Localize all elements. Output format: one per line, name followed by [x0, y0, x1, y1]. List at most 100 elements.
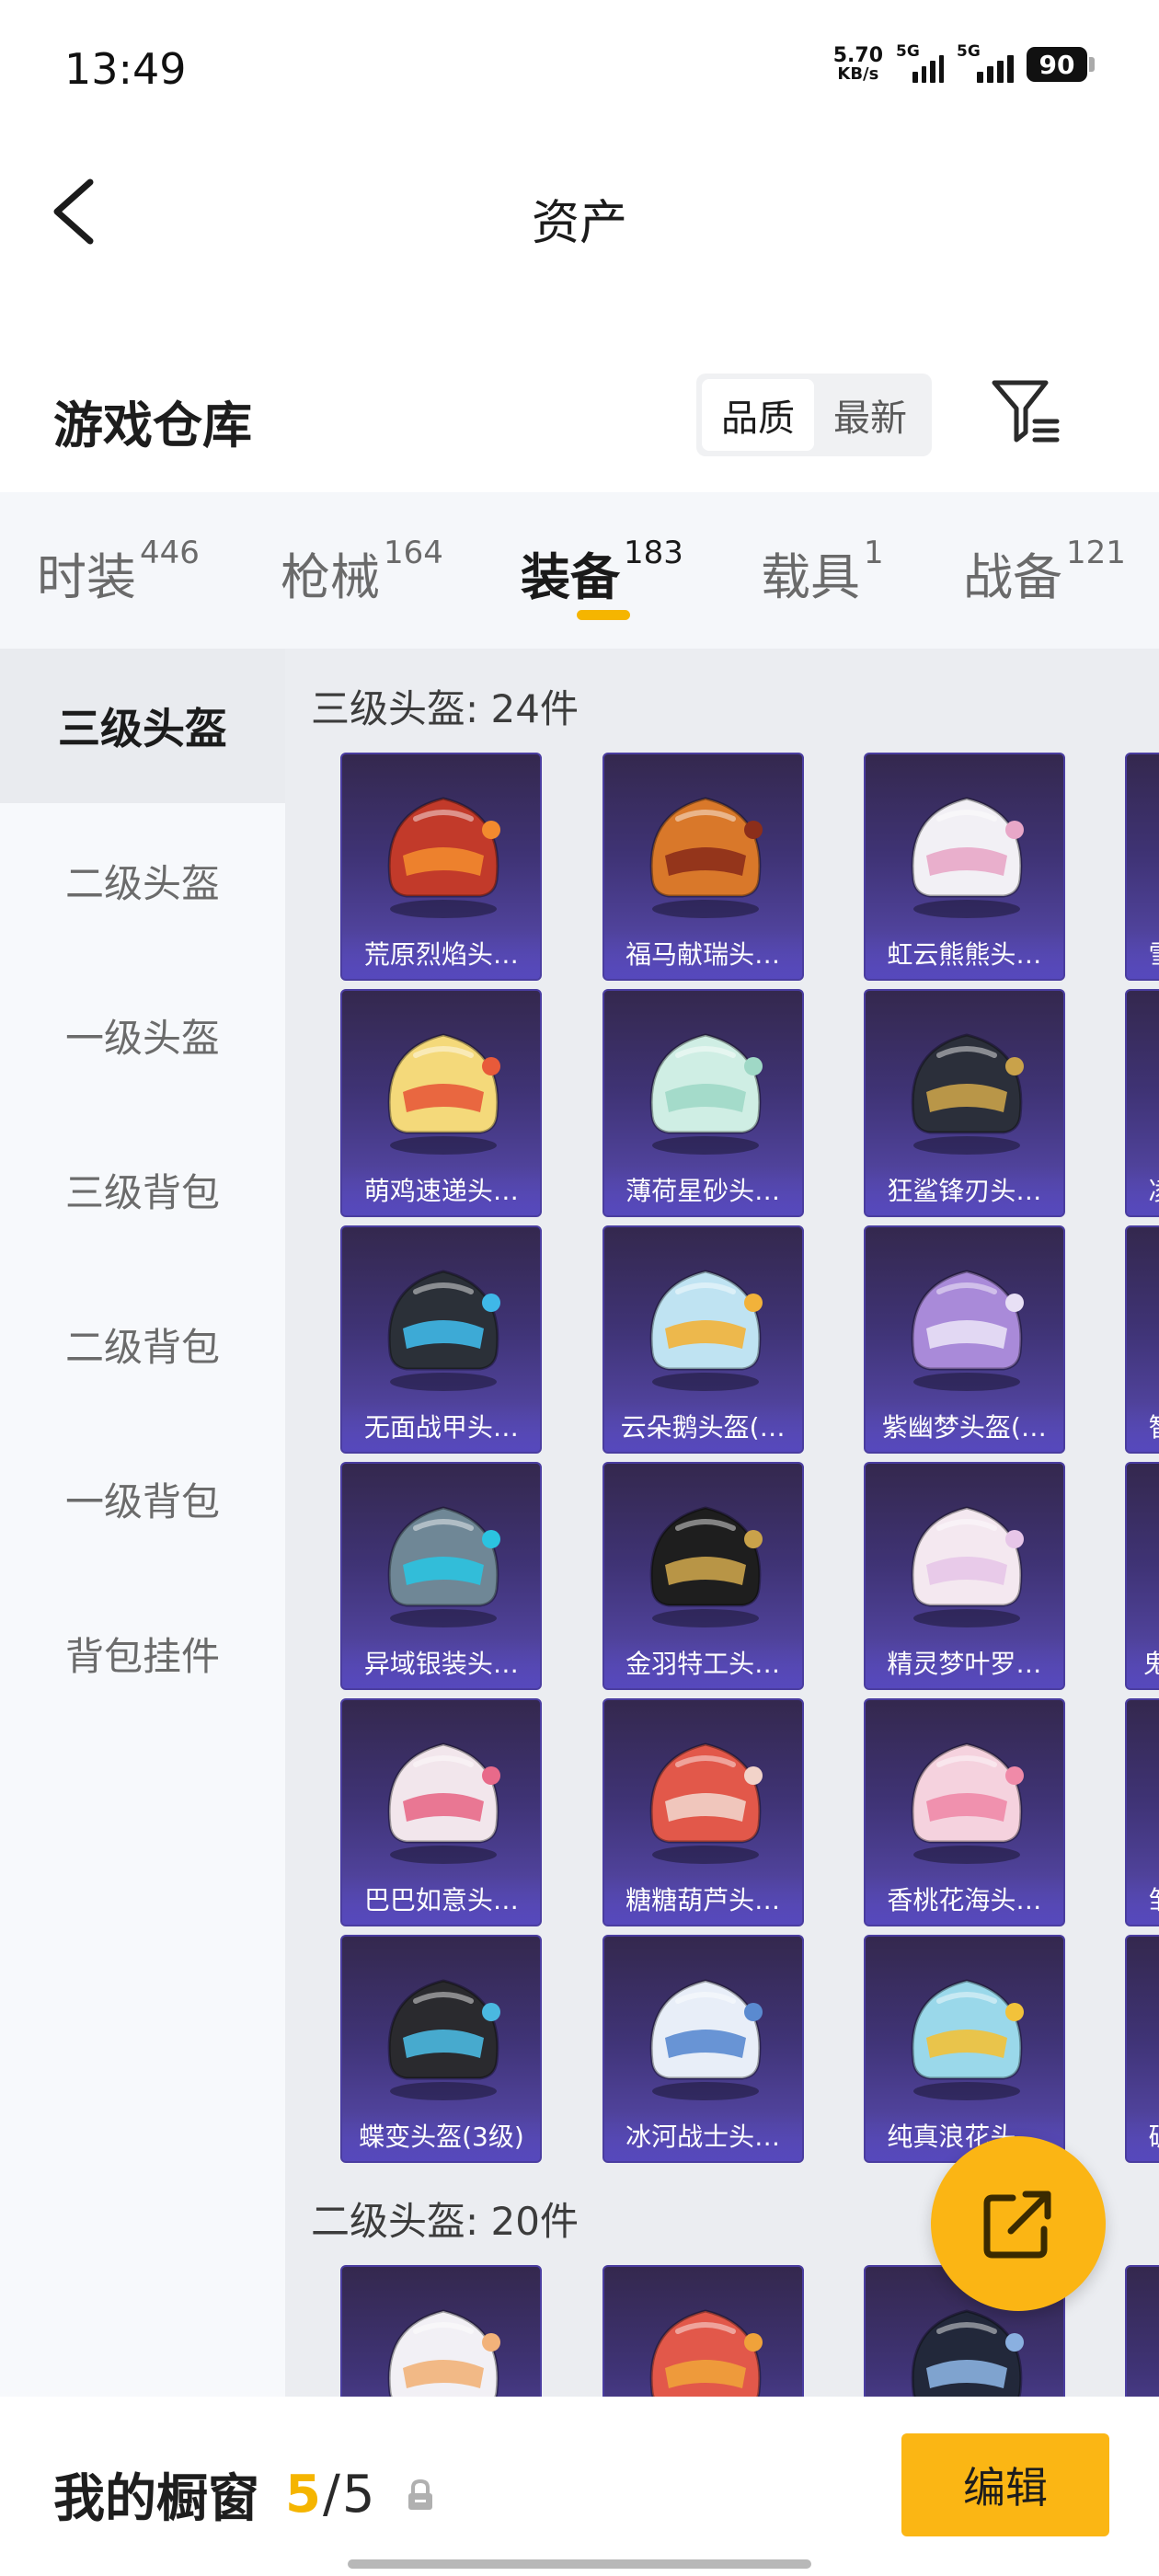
sort-newest-option[interactable]: 最新 [814, 379, 926, 451]
showcase-bar: 我的橱窗 5 / 5 编辑 [0, 2397, 1159, 2576]
tab-count: 183 [624, 535, 683, 571]
item-card[interactable] [1125, 2265, 1159, 2397]
item-card[interactable]: 无面战甲头… [340, 1225, 543, 1454]
net-speed: 5.70 KB/s [833, 46, 883, 83]
item-card[interactable]: 异域银装头… [340, 1462, 543, 1690]
sidebar-item-backpack-charm[interactable]: 背包挂件 [0, 1576, 285, 1731]
battery-level: 90 [1027, 47, 1087, 82]
tab-count: 446 [140, 535, 200, 571]
item-name: 虹云熊熊头… [887, 939, 1042, 970]
showcase-label: 我的橱窗 [53, 2469, 259, 2529]
helmet-icon [388, 1742, 501, 1864]
helmet-icon [649, 1270, 763, 1391]
tab-label: 战备 [963, 548, 1062, 606]
status-icons: 5.70 KB/s 5G 5G 90 [833, 42, 1095, 83]
item-card[interactable]: 破晓战魂头… [1125, 1935, 1159, 2163]
item-card[interactable]: 荒原烈焰头… [340, 753, 543, 981]
item-card[interactable]: 狂鲨锋刃头… [863, 989, 1065, 1217]
helmet-icon [649, 2309, 763, 2397]
item-card[interactable]: 云朵鹅头盔(… [602, 1225, 804, 1454]
item-card[interactable]: 精灵梦叶罗… [863, 1462, 1065, 1690]
helmet-icon [388, 2309, 501, 2397]
tab-count: 121 [1066, 535, 1126, 571]
helmet-icon [911, 797, 1024, 918]
sidebar-item-level2-backpack[interactable]: 二级背包 [0, 1267, 285, 1421]
item-card[interactable]: 凌霄紫焰头… [1125, 989, 1159, 1217]
item-card[interactable]: 糖糖葫芦头… [602, 1698, 804, 1926]
item-card[interactable]: 巴巴如意头… [340, 1698, 543, 1926]
helmet-icon [388, 1033, 501, 1155]
item-name: 精灵梦叶罗… [887, 1649, 1042, 1679]
filter-button[interactable] [989, 375, 1062, 449]
item-name: 破晓战魂头… [1127, 2117, 1159, 2154]
item-name: 薄荷星砂头… [625, 1176, 781, 1206]
item-name: 金羽特工头… [625, 1649, 781, 1679]
helmet-icon [911, 1033, 1024, 1155]
item-card[interactable]: 香桃花海头… [863, 1698, 1065, 1926]
signal-1-icon: 5G [896, 42, 944, 83]
tab-equipment[interactable]: 装备 183 [521, 535, 683, 609]
warehouse-title: 游戏仓库 [53, 397, 252, 454]
tab-weapons[interactable]: 枪械 164 [281, 535, 443, 609]
tab-fashion[interactable]: 时装 446 [37, 535, 200, 609]
item-card[interactable]: 雏菊兔兔头… [1125, 1698, 1159, 1926]
warehouse-toolbar: 游戏仓库 品质 最新 [0, 359, 1159, 469]
helmet-icon [1147, 2283, 1159, 2397]
item-card[interactable]: 紫幽梦头盔(… [863, 1225, 1065, 1454]
item-name: 巴巴如意头… [363, 1885, 519, 1915]
item-card[interactable]: 萌鸡速递头… [340, 989, 543, 1217]
item-grid: 三级头盔: 24件 荒原烈焰头… 福马献瑞头… 虹云熊熊头… 雪国风尚头… 萌鸡速递头…… [285, 649, 1159, 2397]
item-name: 蝶变头盔(3级) [359, 2122, 524, 2152]
item-card[interactable]: 虹云熊熊头… [863, 753, 1065, 981]
status-time: 13:49 [64, 44, 187, 94]
item-card[interactable]: 金羽特工头… [602, 1462, 804, 1690]
item-card[interactable]: 智耀战神头… [1125, 1225, 1159, 1454]
helmet-icon [649, 1979, 763, 2100]
item-name: 异域银装头… [363, 1649, 519, 1679]
helmet-icon [1147, 1007, 1159, 1164]
item-card[interactable]: 雪国风尚头… [1125, 753, 1159, 981]
item-card[interactable]: 蝶变头盔(3级) [340, 1935, 543, 2163]
item-name: 雪国风尚头… [1127, 935, 1159, 972]
item-name: 雏菊兔兔头… [1127, 1880, 1159, 1917]
item-card[interactable]: 冰河战士头… [602, 1935, 804, 2163]
tab-vehicles[interactable]: 载具 1 [761, 535, 884, 609]
tab-supplies[interactable]: 战备 121 [963, 535, 1126, 609]
sort-quality-option[interactable]: 品质 [702, 379, 814, 451]
share-icon [983, 2191, 1051, 2259]
category-tabs: 时装 446 枪械 164 装备 183 载具 1 战备 121 [0, 492, 1159, 649]
header: 资产 [0, 147, 1159, 276]
item-card[interactable]: 薄荷星砂头… [602, 989, 804, 1217]
helmet-icon [1147, 771, 1159, 927]
tab-label: 时装 [37, 548, 136, 606]
sidebar-item-level3-helmet[interactable]: 三级头盔 [0, 649, 285, 803]
item-name: 云朵鹅头盔(… [620, 1412, 786, 1443]
item-name: 冰河战士头… [625, 2122, 781, 2152]
item-card[interactable] [602, 2265, 804, 2397]
battery-icon: 90 [1027, 47, 1095, 82]
status-bar: 13:49 5.70 KB/s 5G 5G 90 [0, 0, 1159, 138]
sidebar-item-level1-backpack[interactable]: 一级背包 [0, 1421, 285, 1576]
item-card[interactable]: 鬼刃头盔(3级) [1125, 1462, 1159, 1690]
share-button[interactable] [931, 2136, 1106, 2311]
edit-button[interactable]: 编辑 [901, 2433, 1109, 2536]
item-name: 鬼刃头盔(3级) [1127, 1644, 1159, 1681]
sidebar-item-level3-backpack[interactable]: 三级背包 [0, 1112, 285, 1267]
section-title-level3-helmet: 三级头盔: 24件 [311, 686, 579, 731]
item-card[interactable]: 福马献瑞头… [602, 753, 804, 981]
helmet-icon [1147, 1953, 1159, 2110]
helmet-icon [911, 1270, 1024, 1391]
sidebar-item-level2-helmet[interactable]: 二级头盔 [0, 803, 285, 958]
tab-label: 装备 [521, 548, 620, 606]
showcase-count-total: 5 [341, 2465, 375, 2524]
signal-2-label: 5G [957, 42, 981, 61]
showcase-count-separator: / [322, 2465, 340, 2524]
home-indicator [348, 2559, 811, 2569]
helmet-icon [911, 1979, 1024, 2100]
item-card[interactable] [340, 2265, 543, 2397]
item-card[interactable]: 纯真浪花头… [863, 1935, 1065, 2163]
helmet-icon [911, 1506, 1024, 1627]
sidebar-item-level1-helmet[interactable]: 一级头盔 [0, 958, 285, 1112]
net-speed-unit: KB/s [837, 64, 879, 84]
helmet-icon [388, 1979, 501, 2100]
